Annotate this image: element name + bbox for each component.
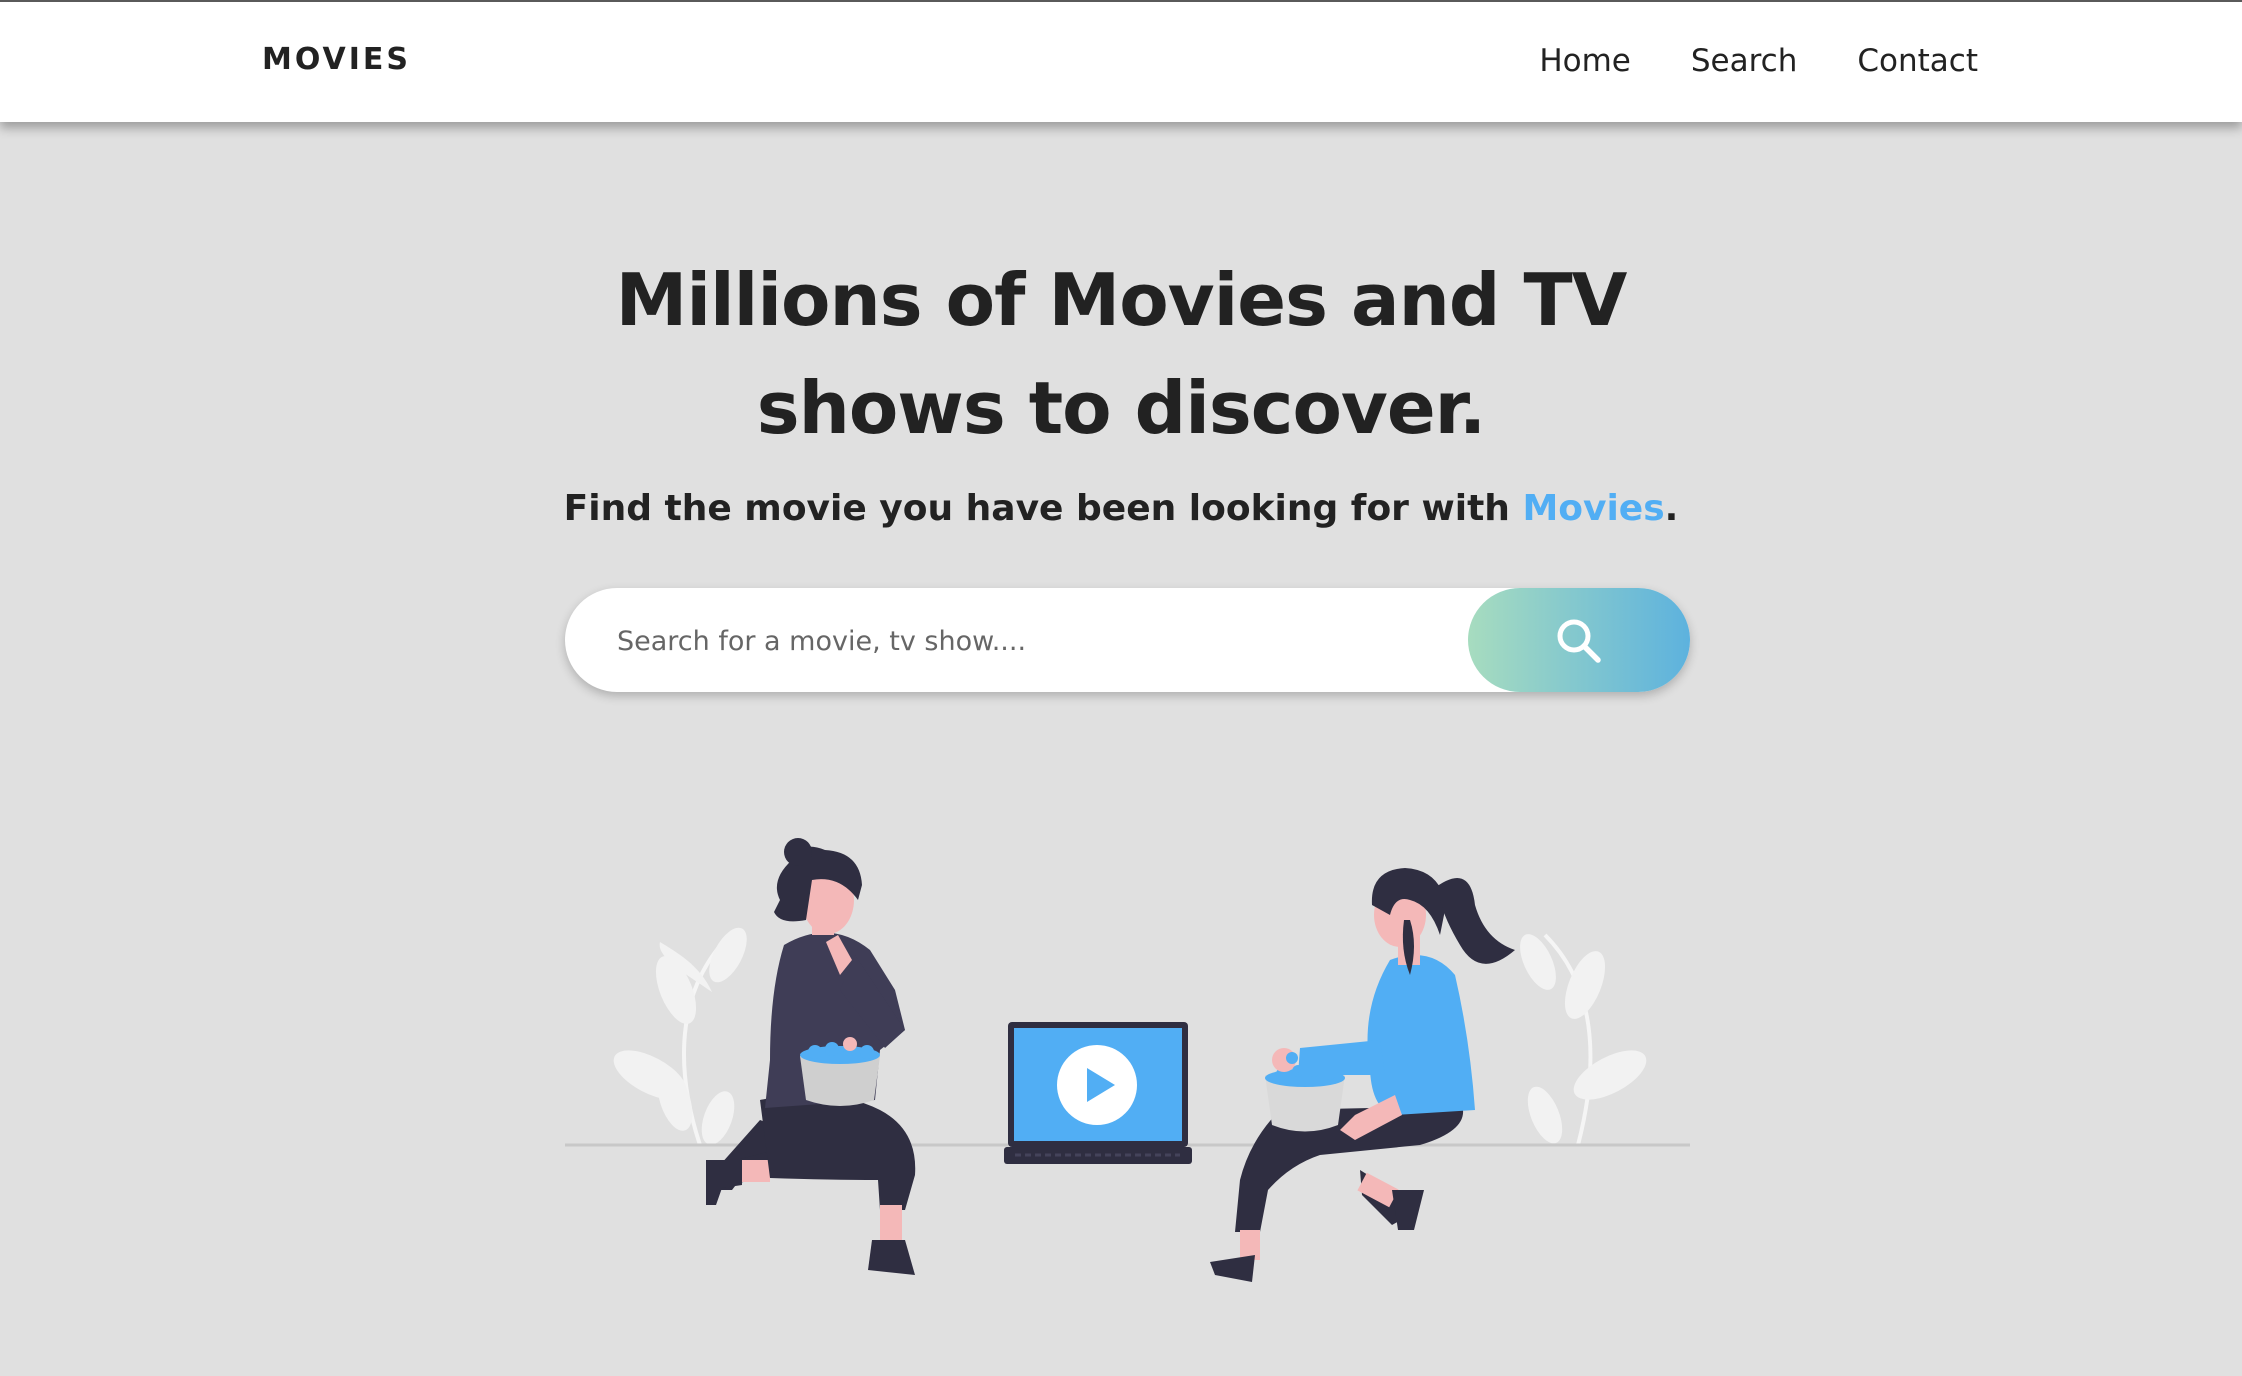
person-right-illustration (1210, 868, 1515, 1282)
plant-left-illustration (613, 927, 747, 1146)
laptop-illustration (1004, 1022, 1192, 1164)
nav-links: Home Search Contact (1539, 43, 1978, 79)
nav-link-contact[interactable]: Contact (1857, 43, 1978, 79)
brand-logo[interactable]: MOVIES (262, 42, 411, 77)
person-left-illustration (706, 838, 916, 1275)
hero-illustration (565, 838, 1690, 1282)
top-navbar: MOVIES Home Search Contact (0, 0, 2242, 122)
plant-right-illustration (1520, 933, 1647, 1146)
nav-link-home[interactable]: Home (1539, 43, 1631, 79)
nav-link-search[interactable]: Search (1691, 43, 1798, 79)
